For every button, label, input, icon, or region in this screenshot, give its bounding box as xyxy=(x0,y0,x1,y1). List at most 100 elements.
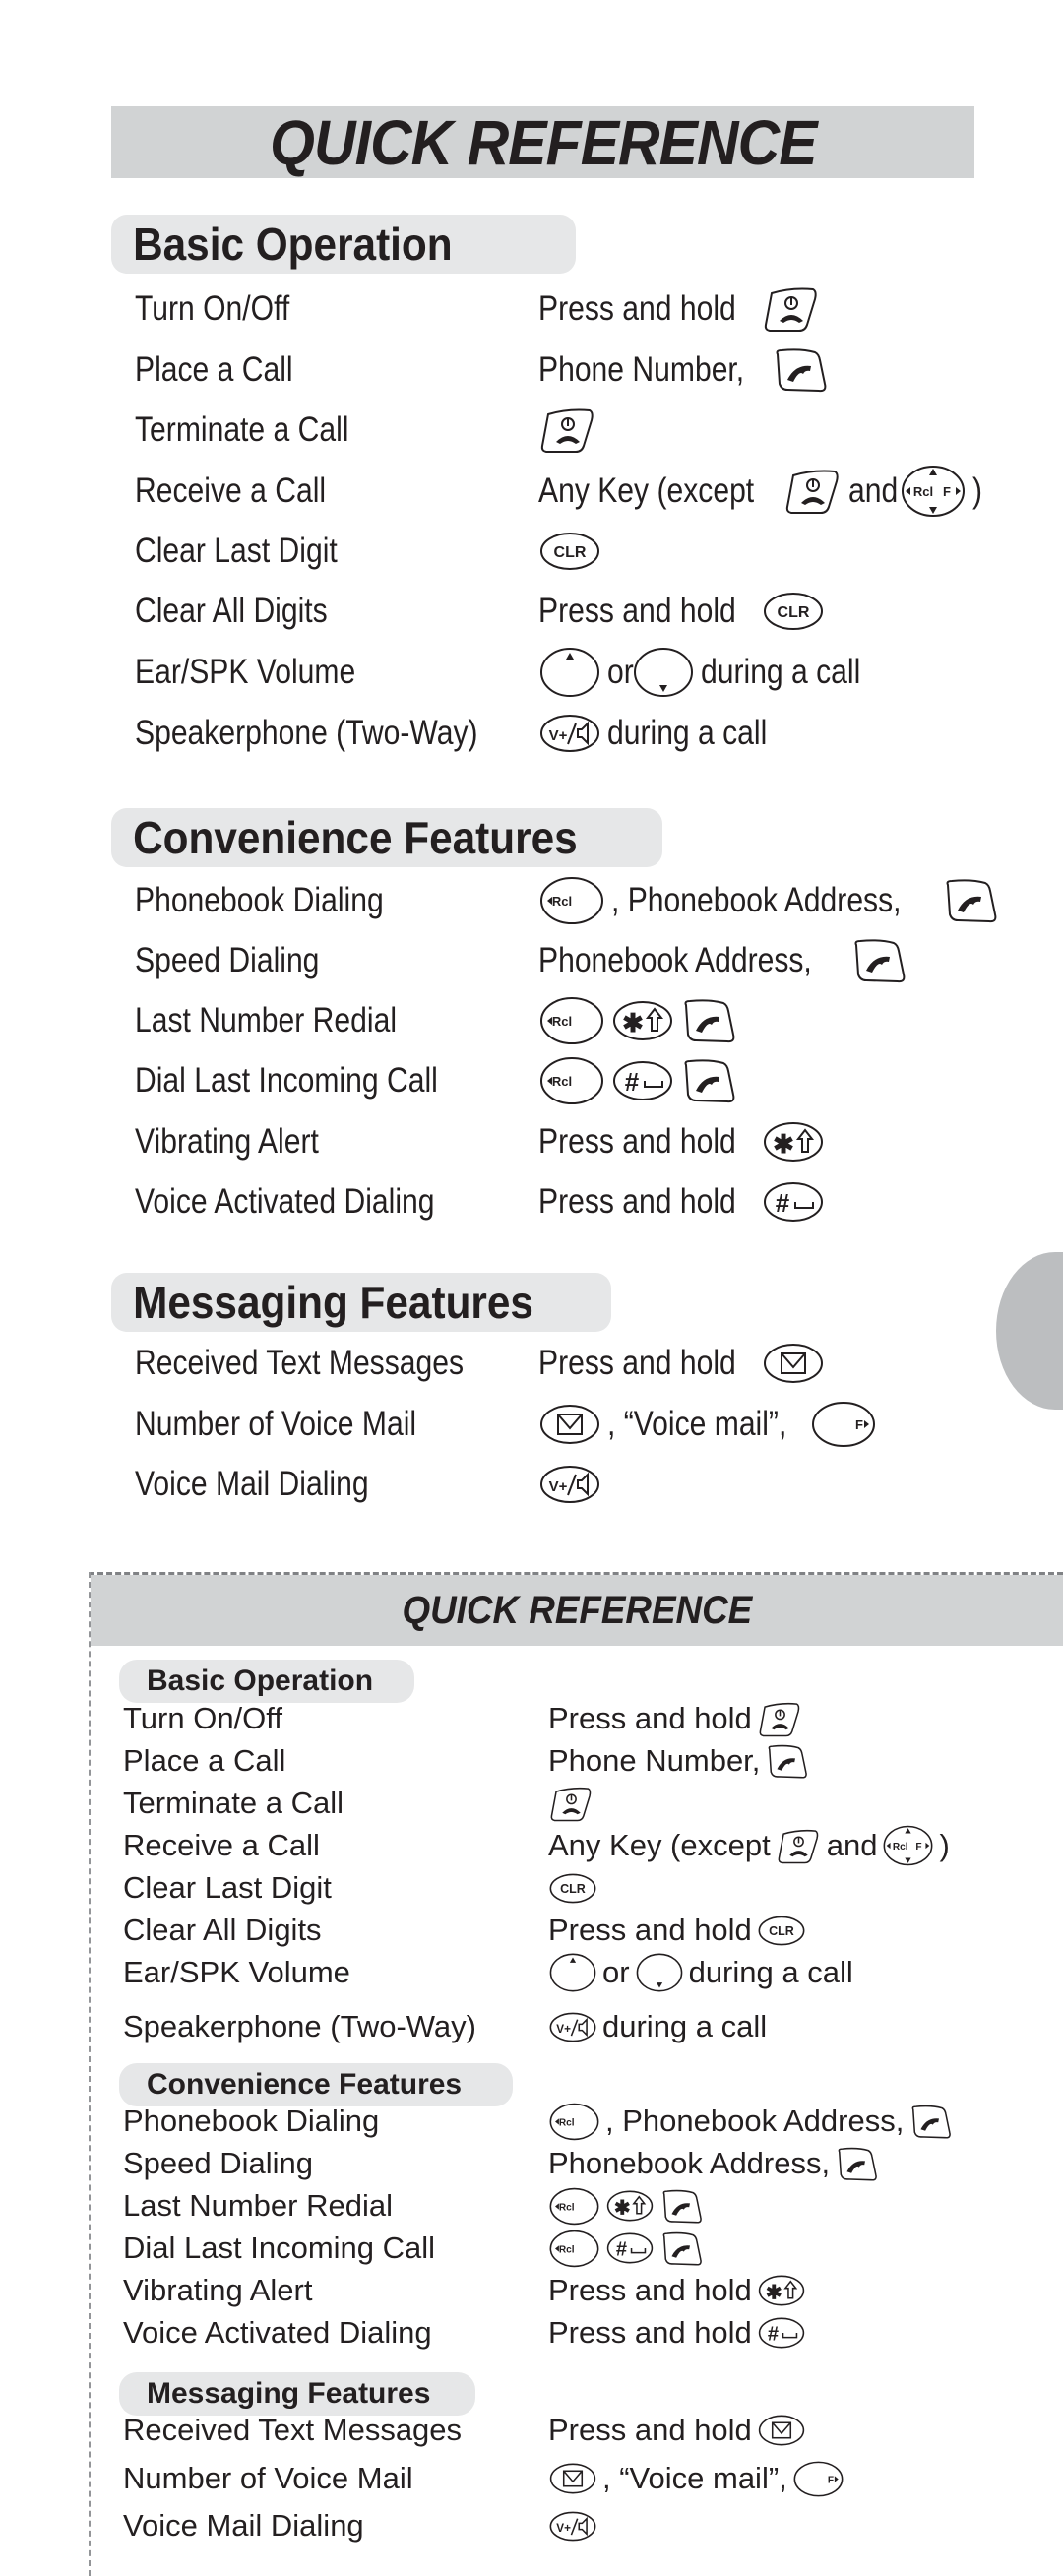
feature-action: or during a call xyxy=(548,1952,858,1993)
reference-row: Ear/SPK Volume or during a call xyxy=(135,644,1021,701)
feature-label: Speakerphone (Two-Way) xyxy=(135,714,478,752)
feature-label: Number of Voice Mail xyxy=(123,2461,413,2495)
action-text: during a call xyxy=(701,653,861,691)
rcl-key-icon: Rcl xyxy=(538,995,605,1046)
send-key-icon xyxy=(680,997,737,1044)
card-title: QUICK REFERENCE xyxy=(402,1588,752,1632)
feature-action xyxy=(548,1786,599,1822)
feature-action: V+ xyxy=(548,2510,602,2543)
feature-label: Speed Dialing xyxy=(135,941,320,979)
pound-space-key-icon: # xyxy=(757,2316,806,2350)
action-text: Press and hold xyxy=(548,1913,752,1947)
svg-text:✱: ✱ xyxy=(622,1008,644,1037)
reference-row: Voice Mail Dialing V+ xyxy=(123,2505,1058,2546)
svg-text:Rcl: Rcl xyxy=(552,894,572,909)
reference-row: Voice Mail Dialing V+ xyxy=(135,1456,1021,1513)
send-key-icon xyxy=(765,1743,809,1780)
action-text: ) xyxy=(972,471,983,510)
feature-action: V+ during a call xyxy=(538,713,787,754)
svg-text:V+: V+ xyxy=(549,1478,568,1495)
feature-label: Turn On/Off xyxy=(135,289,290,328)
action-text: or xyxy=(607,653,634,691)
rcl-key-icon: Rcl xyxy=(548,2229,600,2269)
feature-label: Receive a Call xyxy=(123,1828,320,1862)
svg-text:F: F xyxy=(855,1417,863,1432)
top-title-bar: QUICK REFERENCE xyxy=(111,106,974,178)
svg-text:CLR: CLR xyxy=(769,1924,794,1938)
svg-text:#: # xyxy=(625,1067,640,1097)
svg-text:Rcl: Rcl xyxy=(893,1842,908,1853)
feature-label: Clear All Digits xyxy=(123,1913,322,1947)
reference-row: Received Text Messages Press and hold xyxy=(123,2410,1058,2451)
section-heading-text: Convenience Features xyxy=(147,2068,463,2101)
feature-action: Press and hold xyxy=(548,2413,811,2448)
action-text: Press and hold xyxy=(538,1344,736,1382)
feature-action: Press and hold # xyxy=(548,2315,811,2351)
svg-text:Rcl: Rcl xyxy=(559,2202,575,2213)
reference-row: Last Number Redial Rcl ✱ xyxy=(123,2185,1058,2227)
send-key-icon xyxy=(850,937,907,984)
rcl-key-icon: Rcl xyxy=(538,1055,605,1106)
end-power-key-icon xyxy=(776,1828,822,1864)
reference-row: Clear Last Digit CLR xyxy=(123,1867,1058,1909)
feature-action: Press and hold xyxy=(548,1701,808,1737)
reference-row: Speed Dialing Phonebook Address, xyxy=(135,932,1021,989)
reference-row: Speed Dialing Phonebook Address, xyxy=(123,2143,1058,2184)
action-text: , “Voice mail”, xyxy=(602,2461,787,2495)
send-key-icon xyxy=(908,2104,953,2140)
svg-text:✱: ✱ xyxy=(766,2283,782,2304)
feature-label: Received Text Messages xyxy=(123,2413,463,2447)
action-text: and xyxy=(826,1828,878,1862)
feature-action: , “Voice mail”, F xyxy=(548,2460,849,2498)
feature-label: Voice Mail Dialing xyxy=(123,2508,364,2543)
svg-text:#: # xyxy=(776,1188,790,1218)
clr-key-icon: CLR xyxy=(548,1872,597,1905)
reference-row: Phonebook Dialing Rcl , Phonebook Address, xyxy=(135,872,1021,929)
bottom-title-bar: QUICK REFERENCE xyxy=(91,1575,1063,1646)
feature-action: Rcl ✱ xyxy=(548,2186,709,2227)
feature-label: Vibrating Alert xyxy=(135,1122,319,1161)
send-key-icon xyxy=(942,877,999,924)
action-text: , Phonebook Address, xyxy=(605,2104,905,2138)
reference-row: Clear Last Digit CLR xyxy=(135,523,1021,580)
rcl-key-icon: Rcl xyxy=(548,2102,600,2142)
section-heading-text: Messaging Features xyxy=(133,1277,533,1328)
end-power-key-icon xyxy=(538,407,597,454)
action-text: ) xyxy=(939,1828,950,1862)
reference-row: Receive a Call Any Key (except and Rcl F) xyxy=(135,463,1021,520)
feature-action: Press and hold CLR xyxy=(538,591,831,632)
reference-row: Terminate a Call xyxy=(123,1783,1058,1824)
volume-down-key-icon xyxy=(632,646,695,699)
reference-row: Place a Call Phone Number, xyxy=(135,342,1021,399)
reference-row: Dial Last Incoming Call Rcl # xyxy=(123,2228,1058,2269)
reference-row: Received Text Messages Press and hold xyxy=(135,1335,1021,1392)
feature-action: CLR xyxy=(538,531,607,572)
feature-label: Received Text Messages xyxy=(135,1344,465,1382)
action-text: , “Voice mail”, xyxy=(607,1405,787,1443)
feature-action: or during a call xyxy=(538,646,881,699)
send-key-icon xyxy=(680,1057,737,1104)
rcl-key-icon: Rcl xyxy=(538,875,605,926)
pound-space-key-icon: # xyxy=(762,1180,825,1224)
feature-label: Turn On/Off xyxy=(123,1701,282,1735)
feature-label: Ear/SPK Volume xyxy=(123,1955,350,1989)
rcl-key-icon: Rcl xyxy=(548,2186,600,2227)
speaker-key-icon: V+ xyxy=(538,713,601,754)
star-shift-key-icon: ✱ xyxy=(611,999,674,1042)
feature-label: Speakerphone (Two-Way) xyxy=(123,2009,476,2043)
action-text: Press and hold xyxy=(538,1182,736,1221)
star-shift-key-icon: ✱ xyxy=(757,2274,806,2307)
send-key-icon xyxy=(772,346,829,394)
action-text: Press and hold xyxy=(538,592,736,630)
feature-label: Last Number Redial xyxy=(123,2188,393,2223)
feature-action: Rcl ✱ xyxy=(538,995,743,1046)
feature-label: Speed Dialing xyxy=(123,2146,314,2180)
feature-action: Press and hold # xyxy=(538,1180,831,1224)
section-heading-text: Convenience Features xyxy=(133,812,578,863)
feature-label: Place a Call xyxy=(123,1743,286,1778)
clr-key-icon: CLR xyxy=(762,591,825,632)
reference-row: Phonebook Dialing Rcl , Phonebook Address, xyxy=(123,2101,1058,2142)
reference-row: Number of Voice Mail , “Voice mail”, F xyxy=(135,1396,1021,1453)
feature-action: Any Key (except and Rcl F) xyxy=(538,464,982,519)
action-text: Phone Number, xyxy=(548,1743,761,1778)
